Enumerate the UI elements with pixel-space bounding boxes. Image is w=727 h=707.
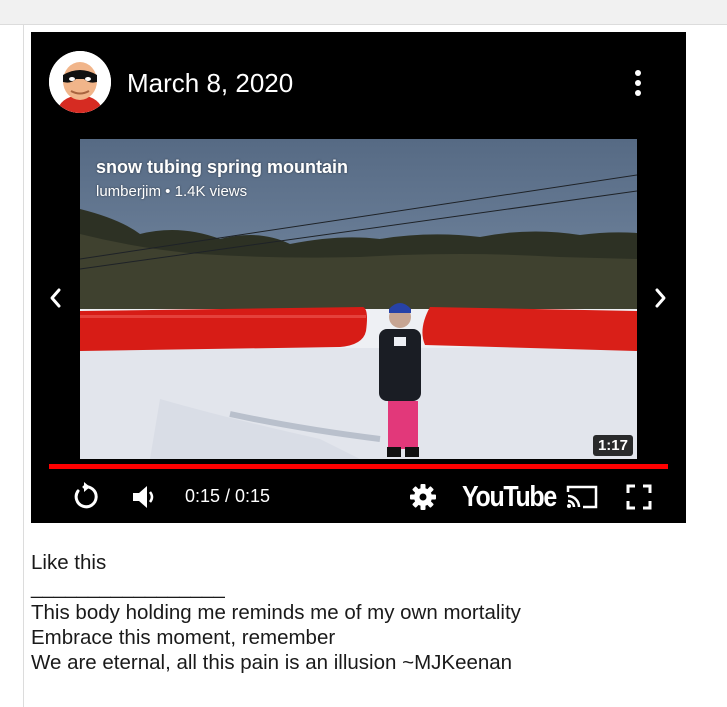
channel-avatar[interactable] xyxy=(49,51,111,113)
time-display: 0:15 / 0:15 xyxy=(185,486,271,506)
video-thumbnail[interactable]: snow tubing spring mountain lumberjim • … xyxy=(80,139,637,459)
chevron-left-icon[interactable] xyxy=(44,283,66,313)
more-vert-icon[interactable] xyxy=(629,68,647,98)
fullscreen-icon[interactable] xyxy=(626,484,652,515)
caption-line: Embrace this moment, remember xyxy=(31,626,336,649)
post-caption: Like this _________________ This body ho… xyxy=(31,550,521,675)
progress-bar[interactable] xyxy=(49,464,668,469)
caption-divider: _________________ xyxy=(31,576,225,599)
caption-line: We are eternal, all this pain is an illu… xyxy=(31,651,513,674)
video-title[interactable]: snow tubing spring mountain xyxy=(96,157,348,178)
post-date: March 8, 2020 xyxy=(127,68,294,98)
volume-icon[interactable] xyxy=(131,484,159,515)
youtube-logo[interactable]: YouTube xyxy=(462,481,557,514)
top-strip xyxy=(0,0,727,25)
caption-line: Like this xyxy=(31,551,107,574)
chevron-right-icon[interactable] xyxy=(650,283,672,313)
left-border xyxy=(23,25,24,707)
video-meta: lumberjim • 1.4K views xyxy=(96,183,248,200)
caption-line: This body holding me reminds me of my ow… xyxy=(31,601,521,624)
youtube-embed[interactable]: March 8, 2020 snow tubing spring mountai… xyxy=(31,32,686,523)
duration-badge: 1:17 xyxy=(592,435,633,456)
avatar-illustration xyxy=(49,51,111,113)
gear-icon[interactable] xyxy=(409,483,437,516)
cast-icon[interactable] xyxy=(565,484,599,515)
replay-icon[interactable] xyxy=(69,482,99,517)
